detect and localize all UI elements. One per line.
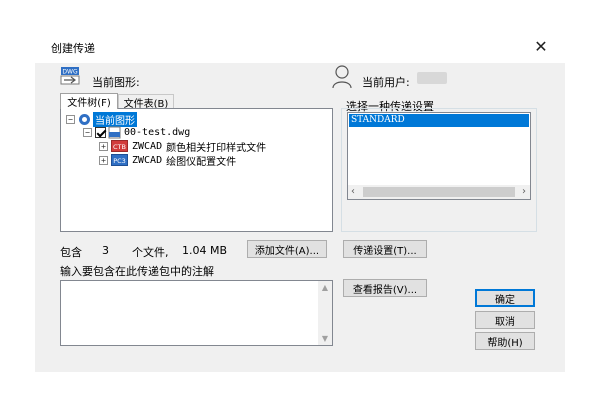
scroll-up-icon[interactable]: ▲ [318, 283, 332, 292]
user-icon [331, 64, 353, 90]
tree-root-node[interactable]: − 当前图形 [66, 111, 137, 127]
pc3-file-icon: PC3 [111, 154, 128, 166]
notes-label: 输入要包含在此传递包中的注解 [60, 265, 214, 278]
tree-child-node[interactable]: + CTB ZWCAD 颜色相关打印样式文件 [99, 139, 267, 154]
current-user-value [417, 72, 447, 84]
file-tree-panel[interactable]: − 当前图形 − 00-test.dwg + CTB ZWCAD 颜色相关打印样… [60, 108, 333, 232]
close-icon[interactable]: ✕ [531, 36, 551, 56]
collapse-icon[interactable]: − [66, 114, 75, 124]
title-bar: 创建传递 ✕ [35, 30, 565, 63]
collapse-icon[interactable]: − [83, 127, 92, 137]
tree-child-prefix: ZWCAD [132, 140, 163, 152]
transmittal-setup-button-label: 传递设置(T)... [353, 245, 417, 257]
setups-group: STANDARD ‹ › [341, 108, 537, 232]
dwg-logo-icon: DWG [60, 66, 82, 86]
notes-scrollbar[interactable]: ▲ ▼ [318, 281, 332, 345]
tree-file-node[interactable]: − 00-test.dwg [83, 125, 190, 139]
drawing-icon [78, 113, 91, 126]
scroll-left-icon[interactable]: ‹ [351, 186, 355, 197]
dwg-file-icon [108, 126, 121, 139]
tree-child-label: 颜色相关打印样式文件 [166, 142, 267, 154]
cancel-button[interactable]: 取消 [475, 311, 535, 329]
pc3-badge: PC3 [113, 157, 126, 165]
horizontal-scrollbar[interactable]: ‹ › [348, 185, 530, 199]
help-button[interactable]: 帮助(H) [475, 332, 535, 350]
ctb-badge: CTB [113, 143, 126, 151]
summary-count: 3 [102, 244, 109, 257]
current-user-label: 当前用户: [362, 76, 410, 89]
ok-button-label: 确定 [495, 294, 515, 306]
help-button-label: 帮助(H) [487, 337, 523, 349]
expand-icon[interactable]: + [99, 141, 108, 151]
create-transmittal-dialog: 创建传递 ✕ DWG 当前图形: 当前用户: 文件树(F) 文件表(B) − 当… [35, 30, 565, 372]
ctb-file-icon: CTB [111, 140, 128, 152]
setups-listbox[interactable]: STANDARD ‹ › [347, 112, 531, 200]
ok-button[interactable]: 确定 [475, 289, 535, 307]
summary-prefix: 包含 [60, 246, 82, 259]
scrollbar-thumb[interactable] [363, 187, 515, 197]
tree-child-label: 绘图仪配置文件 [166, 156, 237, 168]
setup-item[interactable]: STANDARD [349, 114, 529, 127]
tree-file-label[interactable]: 00-test.dwg [124, 127, 190, 138]
tab-file-tree-label: 文件树(F) [67, 98, 111, 109]
tree-child-node[interactable]: + PC3 ZWCAD 绘图仪配置文件 [99, 153, 237, 168]
add-file-button-label: 添加文件(A)... [254, 245, 320, 257]
transmittal-setup-button[interactable]: 传递设置(T)... [343, 240, 427, 258]
notes-textarea[interactable]: ▲ ▼ [60, 280, 333, 346]
expand-icon[interactable]: + [99, 155, 108, 165]
tree-child-prefix: ZWCAD [132, 154, 163, 166]
summary-files-text: 个文件, [132, 246, 169, 259]
summary-size: 1.04 MB [182, 244, 228, 257]
scroll-down-icon[interactable]: ▼ [318, 334, 332, 343]
cancel-button-label: 取消 [495, 316, 515, 328]
add-file-button[interactable]: 添加文件(A)... [247, 240, 327, 258]
view-report-button[interactable]: 查看报告(V)... [343, 279, 427, 297]
view-report-button-label: 查看报告(V)... [352, 284, 418, 296]
setup-item-label: STANDARD [351, 115, 405, 125]
current-drawing-label: 当前图形: [92, 76, 140, 89]
scroll-right-icon[interactable]: › [522, 186, 526, 197]
dwg-logo-badge: DWG [62, 69, 78, 76]
dialog-title: 创建传递 [51, 42, 95, 55]
tab-file-tree[interactable]: 文件树(F) [60, 93, 118, 109]
include-checkbox[interactable] [95, 126, 106, 138]
